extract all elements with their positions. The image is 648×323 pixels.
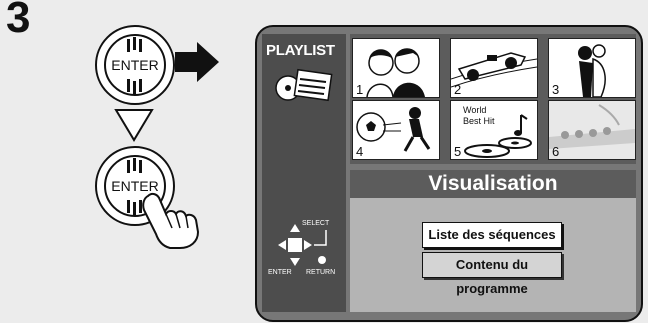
couple-image bbox=[366, 48, 425, 97]
arrow-right-icon bbox=[175, 42, 219, 82]
football-image bbox=[356, 107, 431, 152]
thumbnail-grid: 1 2 3 4 World Best Hit 5 6 bbox=[350, 34, 636, 164]
menu-option-program-contents[interactable]: Contenu du programme bbox=[422, 252, 562, 296]
landscape-image bbox=[549, 101, 635, 159]
playlist-sidebar: PLAYLIST SELECT ENTER RETURN bbox=[262, 34, 346, 312]
thumbnail-6[interactable]: 6 bbox=[548, 100, 636, 160]
thumbnail-number: 4 bbox=[356, 144, 364, 159]
enter-button-top[interactable]: ENTER bbox=[95, 25, 175, 105]
triangle-down-icon bbox=[114, 109, 154, 142]
enter-remote-label: ENTER bbox=[268, 269, 292, 276]
return-label: RETURN bbox=[306, 269, 336, 276]
thumbnail-number: 6 bbox=[552, 144, 560, 159]
thumbnail-4[interactable]: 4 bbox=[352, 100, 440, 160]
disc-playlist-icon bbox=[275, 68, 333, 102]
enter-label: ENTER bbox=[111, 57, 159, 73]
hand-pointer-icon bbox=[142, 192, 200, 249]
step-number: 3 bbox=[6, 0, 31, 42]
thumbnail-number: 2 bbox=[454, 82, 462, 97]
cd-music-image bbox=[464, 114, 532, 158]
thumbnail-2[interactable]: 2 bbox=[450, 38, 538, 98]
race-car-image bbox=[451, 52, 537, 88]
dancing-couple-image bbox=[578, 44, 606, 97]
thumbnail-number: 5 bbox=[454, 144, 462, 159]
thumbnail-5[interactable]: World Best Hit 5 bbox=[450, 100, 538, 160]
thumbnail-1[interactable]: 1 bbox=[352, 38, 440, 98]
thumbnail-number: 1 bbox=[356, 82, 364, 97]
thumbnail-number: 3 bbox=[552, 82, 560, 97]
select-label: SELECT bbox=[302, 220, 330, 227]
display-menu: Visualisation Liste des séquences Conten… bbox=[350, 170, 636, 312]
playlist-title: PLAYLIST bbox=[266, 42, 335, 59]
menu-option-sequence-list[interactable]: Liste des séquences bbox=[422, 222, 562, 248]
thumbnail-3[interactable]: 3 bbox=[548, 38, 636, 98]
menu-title: Visualisation bbox=[428, 172, 558, 195]
